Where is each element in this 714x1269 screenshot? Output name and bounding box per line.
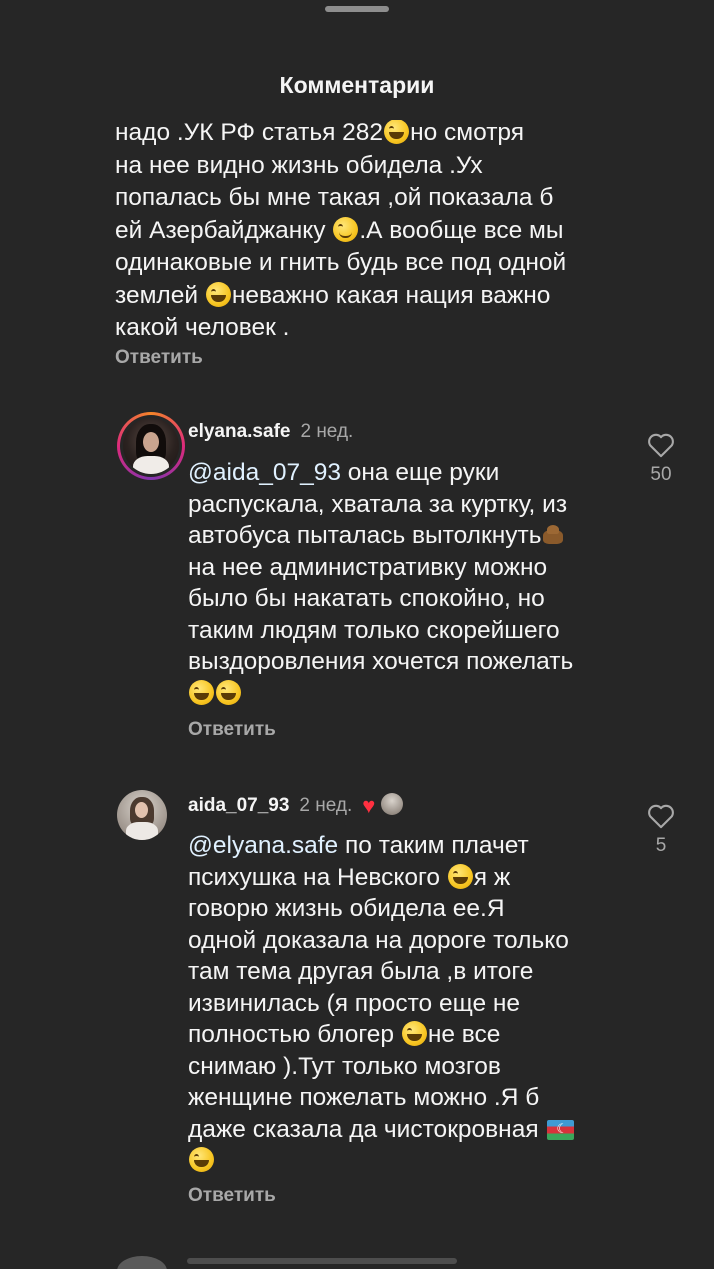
grinning-emoji-icon [384,119,410,144]
like-button[interactable]: 50 [631,432,691,486]
comment-time: 2 нед. [300,421,354,442]
comment-text: @aida_07_93 она еще руки распускала, хва… [188,457,628,709]
avatar[interactable] [117,412,185,480]
reply-button[interactable]: Ответить [188,719,276,741]
mention-link[interactable]: @aida_07_93 [188,459,341,486]
grinning-emoji-icon [205,281,231,307]
wink-emoji-icon [333,216,359,242]
grinning-emoji-icon [216,679,241,705]
comment-text: @elyana.safe по таким плачет психушка на… [188,830,628,1177]
comment-time: 2 нед. [299,795,353,816]
comment-text: надо .УК РФ статья 282 но смотря на нее в… [115,119,567,341]
like-count: 5 [655,835,667,856]
comment-meta: elyana.safe 2 нед. [188,421,353,443]
grinning-emoji-icon [189,679,214,705]
heart-outline-icon [648,433,674,458]
heart-filled-icon: ♥ [362,793,376,818]
comment-meta: aida_07_93 2 нед. ♥ [188,793,404,819]
sheet-header: Комментарии [0,0,714,120]
avatar[interactable] [117,790,167,840]
like-count: 50 [650,464,672,485]
username-link[interactable]: elyana.safe [188,421,290,442]
like-button[interactable]: 5 [631,803,691,857]
poop-emoji-icon [541,524,565,546]
author-avatar-icon [381,793,404,815]
heart-outline-icon [648,804,674,829]
reply-button[interactable]: Ответить [115,347,203,369]
azerbaijan-flag-icon [547,1119,575,1140]
comments-list: надо .УК РФ статья 282 но смотря на нее в… [0,0,714,1269]
reply-button[interactable]: Ответить [188,1185,276,1207]
grinning-emoji-icon [447,863,473,889]
grinning-emoji-icon [401,1021,427,1046]
drag-handle[interactable] [325,6,389,12]
username-link[interactable]: aida_07_93 [188,795,289,816]
next-comment-preview [117,1256,457,1269]
mention-link[interactable]: @elyana.safe [188,832,338,859]
page-title: Комментарии [279,72,435,98]
grinning-emoji-icon [189,1147,214,1172]
